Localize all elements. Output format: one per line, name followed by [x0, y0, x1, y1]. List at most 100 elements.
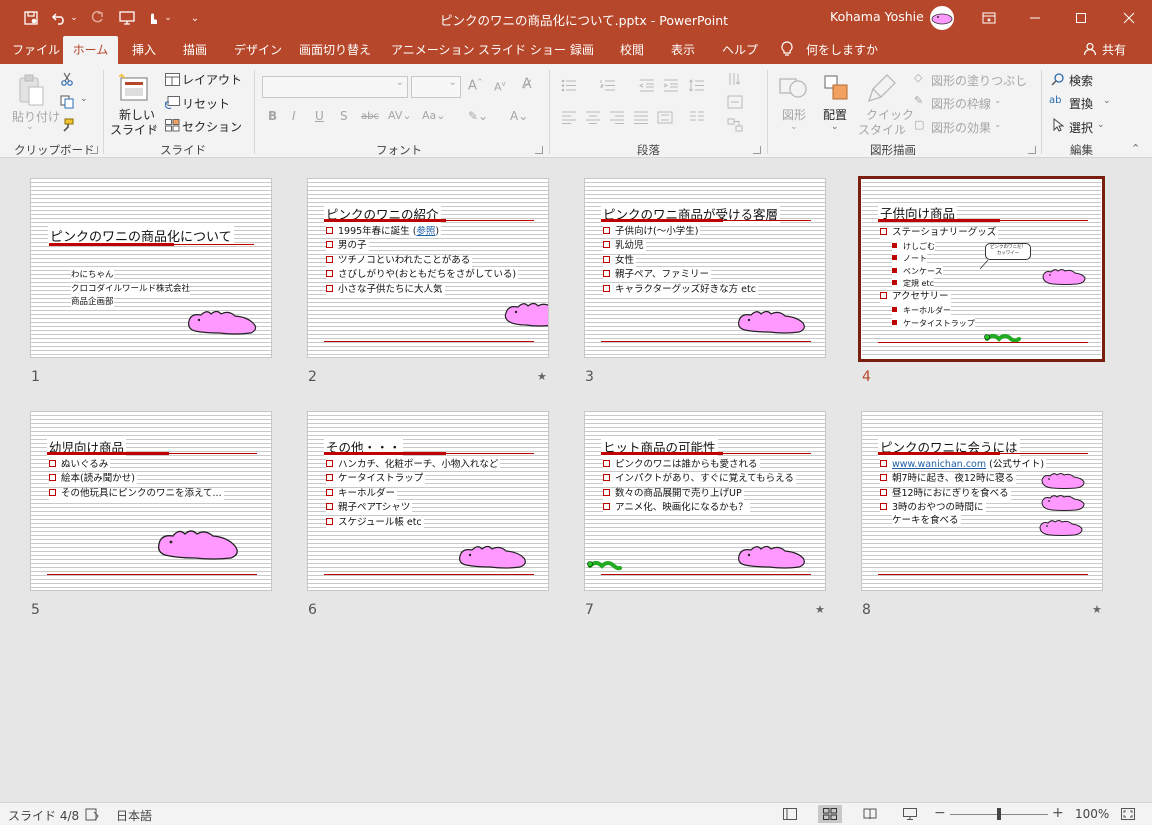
arrange-button[interactable]: 配置 [823, 106, 847, 123]
tab-recording[interactable]: 録画 [570, 36, 594, 64]
user-name[interactable]: Kohama Yoshie [830, 9, 924, 24]
slide-number: 2 [308, 369, 317, 385]
pink-crocodile-illustration [504, 302, 548, 327]
slide-thumbnail-6[interactable]: その他・・・ ハンカチ、化粧ポーチ、小物入れなど ケータイストラップ キーホルダ… [307, 411, 549, 591]
accessibility-notes-icon[interactable] [80, 805, 104, 823]
title-underline [169, 453, 257, 454]
lightbulb-icon[interactable] [780, 36, 794, 64]
touch-mode-icon[interactable] [142, 0, 164, 36]
reset-button[interactable]: リセット [182, 95, 230, 112]
title-underline [601, 452, 723, 455]
copy-icon[interactable] [58, 93, 76, 111]
reset-icon[interactable] [163, 93, 181, 111]
transition-star-icon[interactable]: ★ [537, 370, 547, 383]
footer-line [47, 574, 257, 575]
zoom-level[interactable]: 100% [1075, 807, 1109, 821]
tab-insert[interactable]: 挿入 [132, 36, 156, 64]
paragraph-group-label: 段落 [637, 143, 660, 157]
tab-file[interactable]: ファイル [12, 36, 60, 64]
replace-dropdown-icon[interactable]: ⌄ [1103, 96, 1111, 106]
tab-animations[interactable]: アニメーション [391, 36, 475, 64]
footer-line [324, 574, 534, 575]
footer-line [324, 341, 534, 342]
tab-transitions[interactable]: 画面切り替え [299, 36, 371, 64]
tab-help[interactable]: ヘルプ [722, 36, 758, 64]
arrange-icon[interactable] [818, 70, 854, 106]
new-slide-icon[interactable] [116, 70, 152, 106]
tab-design[interactable]: デザイン [234, 36, 282, 64]
align-text-icon [724, 93, 746, 111]
minimize-icon[interactable] [1012, 0, 1058, 36]
tell-me-search[interactable]: 何をしますか [806, 36, 878, 64]
slide-sorter-view-icon[interactable] [818, 805, 842, 823]
tab-draw[interactable]: 描画 [183, 36, 207, 64]
slide-thumbnail-1[interactable]: ピンクのワニの商品化について わにちゃん クロコダイルワールド株式会社 商品企画… [30, 178, 272, 358]
drawing-launcher-icon[interactable] [1028, 146, 1036, 154]
undo-icon[interactable] [48, 0, 70, 36]
close-icon[interactable] [1106, 0, 1152, 36]
zoom-slider-thumb[interactable] [997, 808, 1001, 820]
ribbon-display-options-icon[interactable] [966, 0, 1012, 36]
section-icon[interactable] [163, 116, 181, 134]
format-painter-icon[interactable] [58, 116, 76, 134]
distributed-icon [654, 108, 676, 126]
tab-slideshow[interactable]: スライド ショー [478, 36, 566, 64]
select-dropdown-icon[interactable]: ⌄ [1097, 120, 1105, 130]
reference-link[interactable]: 参照 [416, 226, 435, 237]
maximize-icon[interactable] [1058, 0, 1104, 36]
undo-dropdown-icon[interactable]: ⌄ [68, 0, 80, 36]
new-slide-dropdown-icon[interactable]: ⌄ [151, 122, 159, 132]
select-icon[interactable] [1049, 117, 1067, 133]
section-dropdown-icon[interactable]: ⌄ [231, 119, 239, 129]
decrease-font-icon: Av [494, 80, 506, 94]
customize-qat-icon[interactable]: ⌄ [184, 0, 206, 36]
cut-icon[interactable] [58, 70, 76, 88]
tab-home[interactable]: ホーム [63, 36, 118, 64]
zoom-in-icon[interactable]: + [1052, 805, 1064, 821]
find-icon[interactable] [1049, 71, 1067, 87]
slide-thumbnail-3[interactable]: ピンクのワニ商品が受ける客層 子供向け(～小学生) 乳幼児 女性 親子ペア、ファ… [584, 178, 826, 358]
reading-view-icon[interactable] [858, 805, 882, 823]
replace-button[interactable]: 置換 [1069, 95, 1093, 112]
slide-thumbnail-7[interactable]: ヒット商品の可能性 ピンクのワニは誰からも愛される インパクトがあり、すぐに覚え… [584, 411, 826, 591]
present-from-start-icon[interactable] [116, 0, 138, 36]
slideshow-view-icon[interactable] [898, 805, 922, 823]
window-title: ピンクのワニの商品化について.pptx - PowerPoint [440, 13, 729, 28]
font-size-combo[interactable] [411, 76, 461, 98]
bullet-item: 小さな子供たちに大人気 [326, 284, 445, 296]
person-icon[interactable] [1083, 36, 1097, 64]
transition-star-icon[interactable]: ★ [815, 603, 825, 616]
layout-dropdown-icon[interactable]: ⌄ [232, 72, 240, 82]
sub-bullet-item: ケータイストラップ [892, 318, 975, 329]
ribbon-tab-bar: ファイル ホーム 挿入 描画 デザイン 画面切り替え アニメーション スライド … [0, 36, 1152, 64]
paragraph-launcher-icon[interactable] [753, 146, 761, 154]
language-indicator[interactable]: 日本語 [116, 807, 152, 824]
transition-star-icon[interactable]: ★ [1092, 603, 1102, 616]
slide-thumbnail-4[interactable]: 子供向け商品 ステーショナリーグッズ けしごむ ノート ペンケース 定規 etc… [858, 176, 1105, 362]
slide-thumbnail-5[interactable]: 幼児向け商品 ぬいぐるみ 絵本(読み聞かせ) その他玩具にピンクのワニを添えて.… [30, 411, 272, 591]
normal-view-icon[interactable] [778, 805, 802, 823]
zoom-out-icon[interactable]: − [934, 805, 946, 821]
layout-icon[interactable] [163, 70, 181, 88]
official-site-link[interactable]: www.wanichan.com [892, 459, 986, 470]
tab-review[interactable]: 校閲 [620, 36, 644, 64]
replace-icon[interactable]: ab [1049, 95, 1061, 106]
arrange-dropdown-icon[interactable]: ⌄ [831, 122, 839, 132]
touch-dropdown-icon[interactable]: ⌄ [162, 0, 174, 36]
slide-counter: スライド 4/8 [8, 809, 80, 823]
title-underline [324, 219, 446, 222]
copy-dropdown-icon[interactable]: ⌄ [80, 94, 88, 104]
slide-thumbnail-8[interactable]: ピンクのワニに会うには www.wanichan.com (公式サイト) 朝7時… [861, 411, 1103, 591]
clipboard-launcher-icon[interactable] [90, 146, 98, 154]
font-launcher-icon[interactable] [535, 146, 543, 154]
tab-view[interactable]: 表示 [671, 36, 695, 64]
select-button[interactable]: 選択 [1069, 119, 1093, 136]
slide-thumbnail-2[interactable]: ピンクのワニの紹介 1995年春に誕生 (参照) 男の子 ツチノコといわれたこと… [307, 178, 549, 358]
find-button[interactable]: 検索 [1069, 72, 1093, 89]
collapse-ribbon-icon[interactable]: ⌃ [1131, 142, 1140, 155]
share-button[interactable]: 共有 [1102, 36, 1126, 64]
save-icon[interactable] [20, 0, 42, 36]
avatar[interactable] [930, 6, 954, 30]
fit-to-window-icon[interactable] [1116, 805, 1140, 823]
font-name-combo[interactable] [262, 76, 408, 98]
